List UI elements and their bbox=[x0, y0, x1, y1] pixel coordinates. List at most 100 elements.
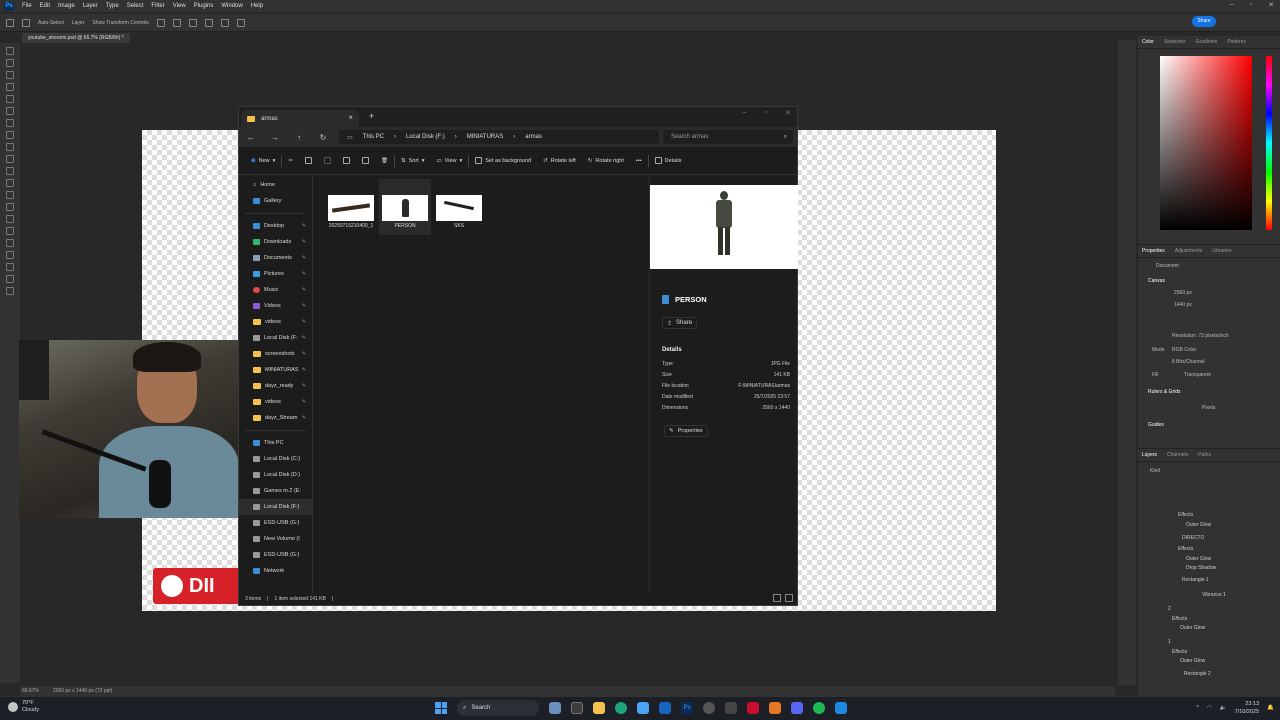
rotate-right-button[interactable]: ↻ Rotate right bbox=[582, 158, 630, 164]
lasso-icon[interactable] bbox=[6, 71, 14, 79]
nav-esd-usb-1[interactable]: ESD-USB (G:) bbox=[239, 515, 312, 531]
view-button[interactable]: ▭ View ▾ bbox=[430, 158, 468, 164]
new-button[interactable]: ⊕ New ▾ bbox=[245, 158, 281, 164]
new-tab-icon[interactable]: + bbox=[369, 111, 374, 121]
editor-icon[interactable] bbox=[725, 702, 737, 714]
gradient-icon[interactable] bbox=[6, 191, 14, 199]
layer-select[interactable]: Layer bbox=[72, 20, 85, 26]
file-explorer-icon[interactable] bbox=[593, 702, 605, 714]
nav-new-volume[interactable]: New Volume (I bbox=[239, 531, 312, 547]
nav-videos-folder[interactable]: videos ✎ bbox=[239, 314, 312, 330]
tiles-view-icon[interactable] bbox=[785, 594, 793, 602]
layer-row[interactable]: Drop Shadow bbox=[1142, 565, 1276, 575]
back-arrow-icon[interactable]: ← bbox=[239, 133, 263, 142]
menu-layer[interactable]: Layer bbox=[79, 3, 102, 9]
align-center-icon[interactable] bbox=[172, 18, 181, 27]
cut-icon[interactable]: ✂ bbox=[282, 158, 299, 164]
notification-bell-icon[interactable]: 🔔 bbox=[1267, 705, 1274, 711]
menu-type[interactable]: Type bbox=[102, 3, 123, 9]
layer-row[interactable]: DIRECTO bbox=[1142, 535, 1276, 545]
layer-row[interactable]: Outer Glow bbox=[1142, 522, 1276, 532]
set-background-button[interactable]: Set as background bbox=[469, 157, 537, 164]
steam-icon[interactable] bbox=[835, 702, 847, 714]
tab-libraries[interactable]: Libraries bbox=[1212, 248, 1231, 254]
nav-downloads[interactable]: Downloads ✎ bbox=[239, 234, 312, 250]
sort-button[interactable]: ⇅ Sort ▾ bbox=[395, 158, 430, 164]
nav-miniaturas[interactable]: MINIATURAS ✎ bbox=[239, 362, 312, 378]
rotate-left-button[interactable]: ↺ Rotate left bbox=[537, 158, 582, 164]
nav-drive-d[interactable]: Local Disk (D:) bbox=[239, 467, 312, 483]
nav-drive-e[interactable]: Games m.2 (E: bbox=[239, 483, 312, 499]
copy-icon[interactable] bbox=[299, 157, 318, 164]
breadcrumb[interactable]: ▭ This PC › Local Disk (F:) › MINIATURAS › … bbox=[339, 130, 659, 144]
nav-videos-folder-2[interactable]: videos ✎ bbox=[239, 394, 312, 410]
rename-icon[interactable] bbox=[337, 157, 356, 164]
maximize-icon[interactable]: ▫ bbox=[765, 109, 767, 117]
layer-kind-filter[interactable]: Kind bbox=[1150, 468, 1160, 474]
file-item[interactable]: SKS bbox=[433, 179, 485, 235]
nav-this-pc[interactable]: This PC bbox=[239, 435, 312, 451]
eyedropper-icon[interactable] bbox=[6, 119, 14, 127]
nav-network[interactable]: Network bbox=[239, 563, 312, 579]
wifi-icon[interactable]: ◠ bbox=[1207, 705, 1212, 711]
search-input[interactable]: Search armas ⌕ bbox=[663, 130, 793, 144]
canvas-height-field[interactable]: 1440 px bbox=[1174, 302, 1192, 308]
dodge-icon[interactable] bbox=[6, 215, 14, 223]
tab-layers[interactable]: Layers bbox=[1142, 452, 1157, 458]
layer-row[interactable]: Vibrance 1 bbox=[1142, 592, 1276, 602]
discord-icon[interactable] bbox=[791, 702, 803, 714]
nav-pictures[interactable]: Pictures ✎ bbox=[239, 266, 312, 282]
nav-screenshots[interactable]: screenshots ✎ bbox=[239, 346, 312, 362]
type-icon[interactable] bbox=[6, 239, 14, 247]
layer-row[interactable]: Effects bbox=[1142, 512, 1276, 522]
history-brush-icon[interactable] bbox=[6, 167, 14, 175]
layer-row[interactable]: Effects bbox=[1142, 546, 1276, 556]
menu-edit[interactable]: Edit bbox=[36, 3, 54, 9]
orange-app-icon[interactable] bbox=[769, 702, 781, 714]
share-icon[interactable] bbox=[356, 157, 375, 164]
transform-controls-checkbox[interactable]: Show Transform Controls bbox=[92, 20, 148, 26]
details-button[interactable]: Details bbox=[649, 157, 688, 164]
layer-row[interactable]: 1 bbox=[1142, 639, 1276, 649]
up-arrow-icon[interactable]: ↑ bbox=[287, 133, 311, 142]
task-view-icon[interactable] bbox=[571, 702, 583, 714]
shape-icon[interactable] bbox=[6, 263, 14, 271]
widgets-icon[interactable] bbox=[549, 702, 561, 714]
clock[interactable]: 23:13 7/10/2025 bbox=[1235, 700, 1259, 716]
store-icon[interactable] bbox=[637, 702, 649, 714]
tab-properties[interactable]: Properties bbox=[1142, 248, 1165, 254]
nav-dayz-ready[interactable]: dayz_ready ✎ bbox=[239, 378, 312, 394]
nav-local-disk-f[interactable]: Local Disk (F: ✎ bbox=[239, 330, 312, 346]
tab-paths[interactable]: Paths bbox=[1198, 452, 1211, 458]
eraser-icon[interactable] bbox=[6, 179, 14, 187]
delete-icon[interactable]: 🗑 bbox=[375, 158, 394, 164]
menu-file[interactable]: File bbox=[18, 3, 36, 9]
color-picker-field[interactable] bbox=[1160, 56, 1252, 230]
units-select[interactable]: Pixels bbox=[1202, 405, 1215, 411]
minimize-icon[interactable]: – bbox=[743, 109, 747, 117]
healing-icon[interactable] bbox=[6, 131, 14, 139]
taskbar-search[interactable]: ⌕ Search bbox=[457, 700, 539, 716]
hue-slider[interactable] bbox=[1266, 56, 1272, 230]
layer-row[interactable]: Outer Glow bbox=[1142, 625, 1276, 635]
breadcrumb-armas[interactable]: armas bbox=[525, 134, 542, 140]
nav-gallery[interactable]: Gallery bbox=[239, 193, 312, 209]
pen-icon[interactable] bbox=[6, 227, 14, 235]
layer-row[interactable]: 2 bbox=[1142, 606, 1276, 616]
brush-icon[interactable] bbox=[6, 143, 14, 151]
nav-desktop[interactable]: Desktop ✎ bbox=[239, 218, 312, 234]
stamp-icon[interactable] bbox=[6, 155, 14, 163]
spotify-icon[interactable] bbox=[813, 702, 825, 714]
details-view-icon[interactable] bbox=[773, 594, 781, 602]
layer-row[interactable]: Rectangle 1 bbox=[1142, 577, 1276, 587]
more-button[interactable]: ••• bbox=[630, 158, 648, 164]
more-options-icon[interactable] bbox=[220, 18, 229, 27]
chevron-up-icon[interactable]: ^ bbox=[1196, 705, 1199, 711]
close-icon[interactable]: ✕ bbox=[785, 109, 791, 117]
align-right-icon[interactable] bbox=[188, 18, 197, 27]
frame-icon[interactable] bbox=[6, 107, 14, 115]
canvas-width-field[interactable]: 2560 px bbox=[1174, 290, 1192, 296]
nav-drive-f[interactable]: Local Disk (F:) bbox=[239, 499, 312, 515]
tab-color[interactable]: Color bbox=[1142, 39, 1154, 45]
nav-music[interactable]: Music ✎ bbox=[239, 282, 312, 298]
